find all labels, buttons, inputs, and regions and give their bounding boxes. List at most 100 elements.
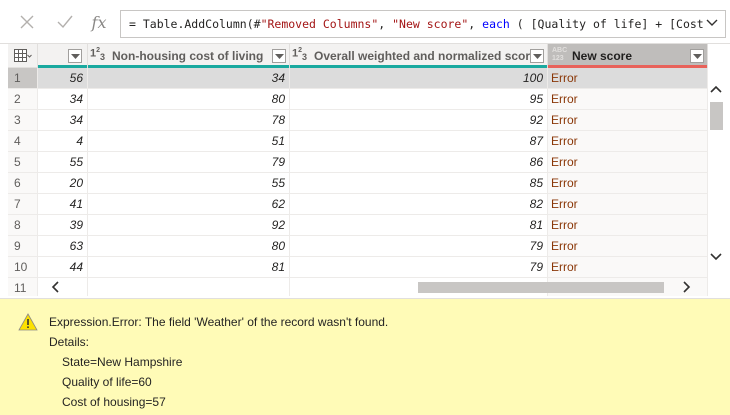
row-number: 11 <box>8 278 38 296</box>
cell-non-housing: 79 <box>88 152 290 173</box>
cell-new-score[interactable]: Error <box>548 131 708 152</box>
cell-overall: 92 <box>290 110 548 131</box>
column-header-state[interactable] <box>38 44 88 68</box>
cell-state: 39 <box>38 215 88 236</box>
table-menu-button[interactable] <box>8 44 38 68</box>
formula-token: ( [Quality of life] + [Cost <box>509 17 704 31</box>
row-number: 3 <box>8 110 38 131</box>
chevron-down-icon[interactable] <box>705 16 719 30</box>
cell-overall: 79 <box>290 257 548 278</box>
cell-state: 20 <box>38 173 88 194</box>
cell-state: 55 <box>38 152 88 173</box>
row-number: 6 <box>8 173 38 194</box>
formula-token: = Table.AddColumn(# <box>129 17 261 31</box>
chevron-down-icon[interactable] <box>708 248 724 264</box>
table-row[interactable]: 5 55 79 86 Error <box>8 152 708 173</box>
cell-new-score[interactable]: Error <box>548 68 708 89</box>
error-detail: State=New Hampshire <box>62 355 183 369</box>
warning-icon <box>18 313 38 331</box>
cell-non-housing: 62 <box>88 194 290 215</box>
cell-state: 41 <box>38 194 88 215</box>
row-number: 4 <box>8 131 38 152</box>
table-row[interactable]: 8 39 92 81 Error <box>8 215 708 236</box>
formula-bar: fx = Table.AddColumn(#"Removed Columns",… <box>0 0 730 44</box>
formula-token: each <box>482 17 510 31</box>
cell-overall: 95 <box>290 89 548 110</box>
data-grid: 123 Non-housing cost of living 123 Overa… <box>8 44 708 296</box>
close-icon[interactable] <box>12 8 42 36</box>
row-number: 1 <box>8 68 38 89</box>
fx-icon[interactable]: fx <box>84 8 114 36</box>
cell-non-housing: 51 <box>88 131 290 152</box>
cell-new-score[interactable]: Error <box>548 257 708 278</box>
table-row[interactable]: 3 34 78 92 Error <box>8 110 708 131</box>
column-dropdown-button[interactable] <box>272 49 286 63</box>
column-dropdown-button[interactable] <box>530 49 544 63</box>
formula-token: "Removed Columns" <box>260 17 379 31</box>
column-label: Overall weighted and normalized score <box>314 49 537 63</box>
cell-state: 4 <box>38 131 88 152</box>
chevron-left-icon[interactable] <box>48 279 64 295</box>
table-row[interactable]: 1 56 34 100 Error <box>8 68 708 89</box>
cell-overall: 85 <box>290 173 548 194</box>
column-header-non-housing[interactable]: 123 Non-housing cost of living <box>88 44 290 68</box>
column-header-overall[interactable]: 123 Overall weighted and normalized scor… <box>290 44 548 68</box>
cell-state: 34 <box>38 89 88 110</box>
table-row[interactable]: 4 4 51 87 Error <box>8 131 708 152</box>
cell-state: 63 <box>38 236 88 257</box>
cell-non-housing: 55 <box>88 173 290 194</box>
number-type-icon[interactable]: 123 <box>292 47 307 62</box>
cell-new-score[interactable]: Error <box>548 215 708 236</box>
cell-non-housing: 80 <box>88 89 290 110</box>
column-dropdown-button[interactable] <box>68 49 82 63</box>
vertical-scroll-thumb[interactable] <box>710 102 723 130</box>
cell-new-score[interactable]: Error <box>548 194 708 215</box>
any-type-icon[interactable]: ABC 123 <box>552 47 567 63</box>
cell-new-score[interactable]: Error <box>548 236 708 257</box>
error-details-label: Details: <box>49 335 90 349</box>
number-type-icon[interactable]: 123 <box>90 47 105 62</box>
column-header-new-score[interactable]: ABC 123 New score <box>548 44 708 68</box>
cell-new-score[interactable]: Error <box>548 173 708 194</box>
formula-text: = Table.AddColumn(#"Removed Columns", "N… <box>129 17 704 31</box>
table-row[interactable]: 7 41 62 82 Error <box>8 194 708 215</box>
row-number: 2 <box>8 89 38 110</box>
cell-overall: 82 <box>290 194 548 215</box>
row-number: 7 <box>8 194 38 215</box>
error-detail: Quality of life=60 <box>62 375 152 389</box>
cell-new-score[interactable]: Error <box>548 152 708 173</box>
cell-state: 44 <box>38 257 88 278</box>
error-detail: Cost of housing=57 <box>62 395 166 409</box>
table-icon <box>14 49 32 62</box>
cell-overall: 86 <box>290 152 548 173</box>
formula-input[interactable]: = Table.AddColumn(#"Removed Columns", "N… <box>120 10 726 38</box>
check-icon[interactable] <box>50 8 80 36</box>
error-message: Expression.Error: The field 'Weather' of… <box>49 315 389 329</box>
cell-new-score[interactable]: Error <box>548 110 708 131</box>
error-pane: Expression.Error: The field 'Weather' of… <box>0 298 730 415</box>
cell-overall: 87 <box>290 131 548 152</box>
table-row[interactable]: 9 63 80 79 Error <box>8 236 708 257</box>
table-row[interactable]: 6 20 55 85 Error <box>8 173 708 194</box>
row-number: 9 <box>8 236 38 257</box>
cell-non-housing: 34 <box>88 68 290 89</box>
horizontal-scrollbar[interactable] <box>42 279 708 295</box>
cell-state: 56 <box>38 68 88 89</box>
formula-token: , <box>468 17 483 31</box>
cell-new-score[interactable]: Error <box>548 89 708 110</box>
cell-state: 34 <box>38 110 88 131</box>
table-row[interactable]: 2 34 80 95 Error <box>8 89 708 110</box>
row-number: 8 <box>8 215 38 236</box>
column-dropdown-button[interactable] <box>690 49 704 63</box>
cell-non-housing: 92 <box>88 215 290 236</box>
chevron-up-icon[interactable] <box>708 82 724 98</box>
cell-non-housing: 81 <box>88 257 290 278</box>
cell-overall: 79 <box>290 236 548 257</box>
row-number: 10 <box>8 257 38 278</box>
table-row[interactable]: 10 44 81 79 Error <box>8 257 708 278</box>
cell-overall: 81 <box>290 215 548 236</box>
row-number: 5 <box>8 152 38 173</box>
chevron-right-icon[interactable] <box>678 279 694 295</box>
horizontal-scroll-thumb[interactable] <box>418 282 664 293</box>
vertical-scrollbar[interactable] <box>708 68 724 278</box>
